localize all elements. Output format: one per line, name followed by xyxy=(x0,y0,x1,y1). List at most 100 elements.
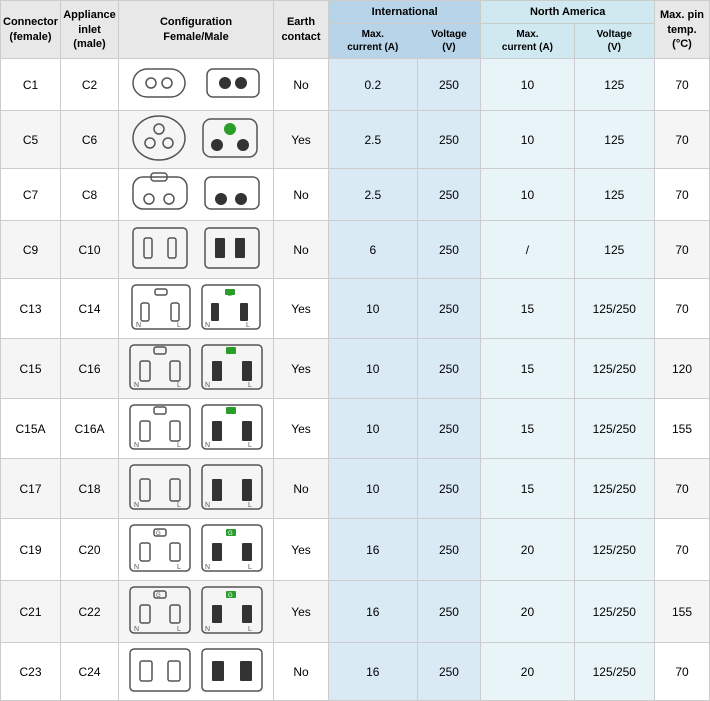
config-diagram: N L N L G xyxy=(119,279,274,339)
config-diagram xyxy=(119,169,274,221)
na-voltage: 125/250 xyxy=(574,459,654,519)
max-pin-temp: 70 xyxy=(655,59,710,111)
na-voltage: 125/250 xyxy=(574,279,654,339)
intl-voltage: 250 xyxy=(417,459,481,519)
na-voltage: 125/250 xyxy=(574,643,654,701)
connector-label: C19 xyxy=(1,519,61,581)
intl-current: 2.5 xyxy=(329,169,418,221)
intl-voltage: 250 xyxy=(417,399,481,459)
connector-label: C9 xyxy=(1,221,61,279)
earth-contact: No xyxy=(274,221,329,279)
appliance-label: C16 xyxy=(61,339,119,399)
earth-contact: Yes xyxy=(274,399,329,459)
header-intl-current: Max.current (A) xyxy=(329,24,418,59)
svg-text:N: N xyxy=(134,626,139,633)
earth-contact: No xyxy=(274,169,329,221)
header-na-voltage: Voltage(V) xyxy=(574,24,654,59)
svg-text:L: L xyxy=(248,382,252,389)
svg-text:G: G xyxy=(156,531,161,537)
appliance-label: C10 xyxy=(61,221,119,279)
svg-text:L: L xyxy=(177,382,181,389)
na-current: / xyxy=(481,221,574,279)
config-diagram: N L N L G xyxy=(119,339,274,399)
na-voltage: 125 xyxy=(574,221,654,279)
header-earth: Earthcontact xyxy=(274,1,329,59)
appliance-label: C22 xyxy=(61,581,119,643)
connector-label: C5 xyxy=(1,111,61,169)
na-current: 10 xyxy=(481,59,574,111)
intl-current: 16 xyxy=(329,519,418,581)
connector-label: C21 xyxy=(1,581,61,643)
svg-text:N: N xyxy=(205,442,210,449)
intl-current: 10 xyxy=(329,339,418,399)
earth-contact: Yes xyxy=(274,111,329,169)
config-diagram: N L N L xyxy=(119,459,274,519)
na-current: 10 xyxy=(481,111,574,169)
earth-contact: Yes xyxy=(274,279,329,339)
connector-label: C7 xyxy=(1,169,61,221)
intl-voltage: 250 xyxy=(417,279,481,339)
svg-text:N: N xyxy=(205,502,210,509)
svg-text:N: N xyxy=(134,442,139,449)
svg-text:N: N xyxy=(136,322,141,329)
svg-text:L: L xyxy=(177,626,181,633)
intl-voltage: 250 xyxy=(417,643,481,701)
config-diagram xyxy=(119,643,274,701)
intl-voltage: 250 xyxy=(417,339,481,399)
svg-text:G: G xyxy=(228,593,233,599)
header-intl-voltage: Voltage(V) xyxy=(417,24,481,59)
svg-text:G: G xyxy=(228,531,233,537)
header-maxpin: Max. pintemp. (°C) xyxy=(655,1,710,59)
svg-text:L: L xyxy=(248,564,252,571)
appliance-label: C16A xyxy=(61,399,119,459)
svg-text:N: N xyxy=(205,564,210,571)
config-diagram xyxy=(119,111,274,169)
na-voltage: 125 xyxy=(574,59,654,111)
header-connector: Connector(female) xyxy=(1,1,61,59)
na-current: 15 xyxy=(481,279,574,339)
na-voltage: 125/250 xyxy=(574,519,654,581)
svg-text:N: N xyxy=(205,382,210,389)
intl-voltage: 250 xyxy=(417,581,481,643)
max-pin-temp: 155 xyxy=(655,399,710,459)
na-current: 15 xyxy=(481,399,574,459)
na-current: 20 xyxy=(481,643,574,701)
svg-text:L: L xyxy=(248,626,252,633)
header-na-current: Max.current (A) xyxy=(481,24,574,59)
na-current: 20 xyxy=(481,581,574,643)
svg-text:L: L xyxy=(177,442,181,449)
connector-label: C15A xyxy=(1,399,61,459)
na-current: 15 xyxy=(481,459,574,519)
max-pin-temp: 70 xyxy=(655,169,710,221)
intl-current: 16 xyxy=(329,581,418,643)
svg-text:L: L xyxy=(248,502,252,509)
intl-current: 16 xyxy=(329,643,418,701)
intl-voltage: 250 xyxy=(417,221,481,279)
svg-text:L: L xyxy=(177,502,181,509)
na-current: 20 xyxy=(481,519,574,581)
svg-text:G: G xyxy=(227,291,232,298)
earth-contact: No xyxy=(274,459,329,519)
max-pin-temp: 70 xyxy=(655,221,710,279)
config-diagram: N L G N L G xyxy=(119,581,274,643)
appliance-label: C24 xyxy=(61,643,119,701)
connector-label: C13 xyxy=(1,279,61,339)
header-configuration: ConfigurationFemale/Male xyxy=(119,1,274,59)
intl-current: 2.5 xyxy=(329,111,418,169)
svg-text:G: G xyxy=(228,349,233,356)
intl-current: 6 xyxy=(329,221,418,279)
na-voltage: 125 xyxy=(574,111,654,169)
header-international: International xyxy=(329,1,481,24)
svg-text:N: N xyxy=(205,322,210,329)
connector-table: Connector(female) Applianceinlet (male) … xyxy=(0,0,710,701)
earth-contact: Yes xyxy=(274,519,329,581)
na-current: 10 xyxy=(481,169,574,221)
config-diagram xyxy=(119,59,274,111)
intl-voltage: 250 xyxy=(417,111,481,169)
appliance-label: C2 xyxy=(61,59,119,111)
intl-current: 10 xyxy=(329,399,418,459)
connector-label: C23 xyxy=(1,643,61,701)
na-current: 15 xyxy=(481,339,574,399)
intl-current: 10 xyxy=(329,279,418,339)
earth-contact: No xyxy=(274,643,329,701)
